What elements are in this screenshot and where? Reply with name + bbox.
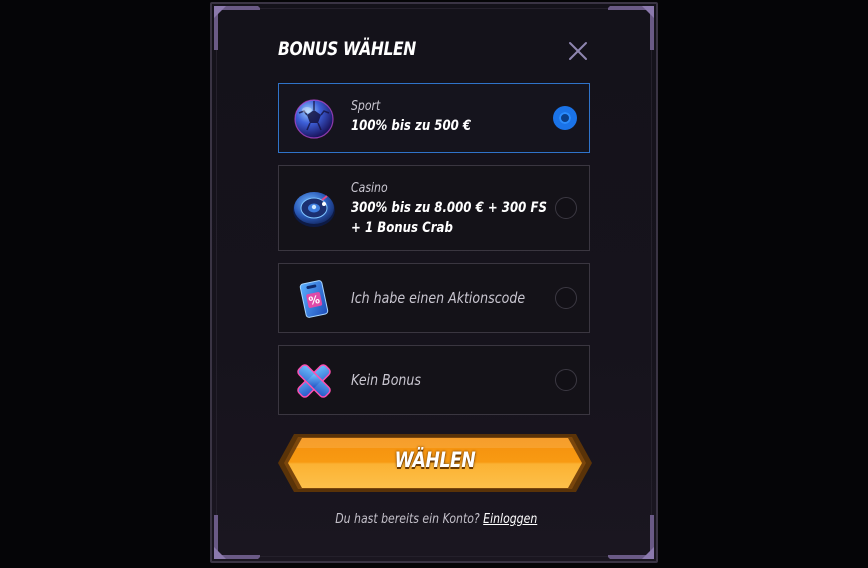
option-label: Kein Bonus — [351, 371, 421, 389]
bonus-option-promo-code[interactable]: % Ich habe einen Aktionscode — [278, 263, 590, 333]
option-label: Sport — [351, 99, 381, 114]
screen: BONUS WÄHLEN Sport 100% bis zu 500 € Cas… — [0, 0, 868, 568]
promo-tag-icon: % — [291, 276, 337, 322]
radio-unselected[interactable] — [555, 369, 577, 391]
close-icon — [569, 42, 587, 60]
option-value: 100% bis zu 500 € — [351, 118, 472, 134]
option-text: Kein Bonus — [351, 370, 421, 390]
option-text: Ich habe einen Aktionscode — [351, 288, 525, 308]
bonus-option-sport[interactable]: Sport 100% bis zu 500 € — [278, 83, 590, 153]
login-link[interactable]: Einloggen — [483, 512, 537, 527]
bonus-option-no-bonus[interactable]: Kein Bonus — [278, 345, 590, 415]
option-value: 300% bis zu 8.000 € + 300 FS — [351, 200, 547, 216]
option-label: Casino — [351, 181, 388, 196]
select-bonus-label: WÄHLEN — [394, 448, 476, 472]
radio-selected[interactable] — [553, 106, 577, 130]
login-prompt: Du hast bereits ein Konto? Einloggen — [212, 512, 660, 527]
soccer-ball-icon — [291, 96, 337, 142]
corner-decoration — [212, 4, 260, 54]
option-text: Sport 100% bis zu 500 € — [351, 98, 471, 136]
login-question: Du hast bereits ein Konto? — [334, 512, 480, 527]
close-button[interactable] — [566, 39, 590, 63]
radio-unselected[interactable] — [555, 287, 577, 309]
x-mark-icon — [291, 358, 337, 404]
option-label: Ich habe einen Aktionscode — [351, 289, 526, 307]
option-text: Casino 300% bis zu 8.000 € + 300 FS + 1 … — [351, 180, 547, 238]
select-bonus-button[interactable]: WÄHLEN — [278, 434, 592, 492]
radio-unselected[interactable] — [555, 197, 577, 219]
corner-decoration — [608, 4, 656, 54]
modal-title: BONUS WÄHLEN — [278, 38, 416, 60]
bonus-option-casino[interactable]: Casino 300% bis zu 8.000 € + 300 FS + 1 … — [278, 165, 590, 251]
bonus-modal: BONUS WÄHLEN Sport 100% bis zu 500 € Cas… — [210, 2, 658, 563]
roulette-wheel-icon — [291, 186, 337, 232]
option-value-line2: + 1 Bonus Crab — [351, 220, 453, 236]
